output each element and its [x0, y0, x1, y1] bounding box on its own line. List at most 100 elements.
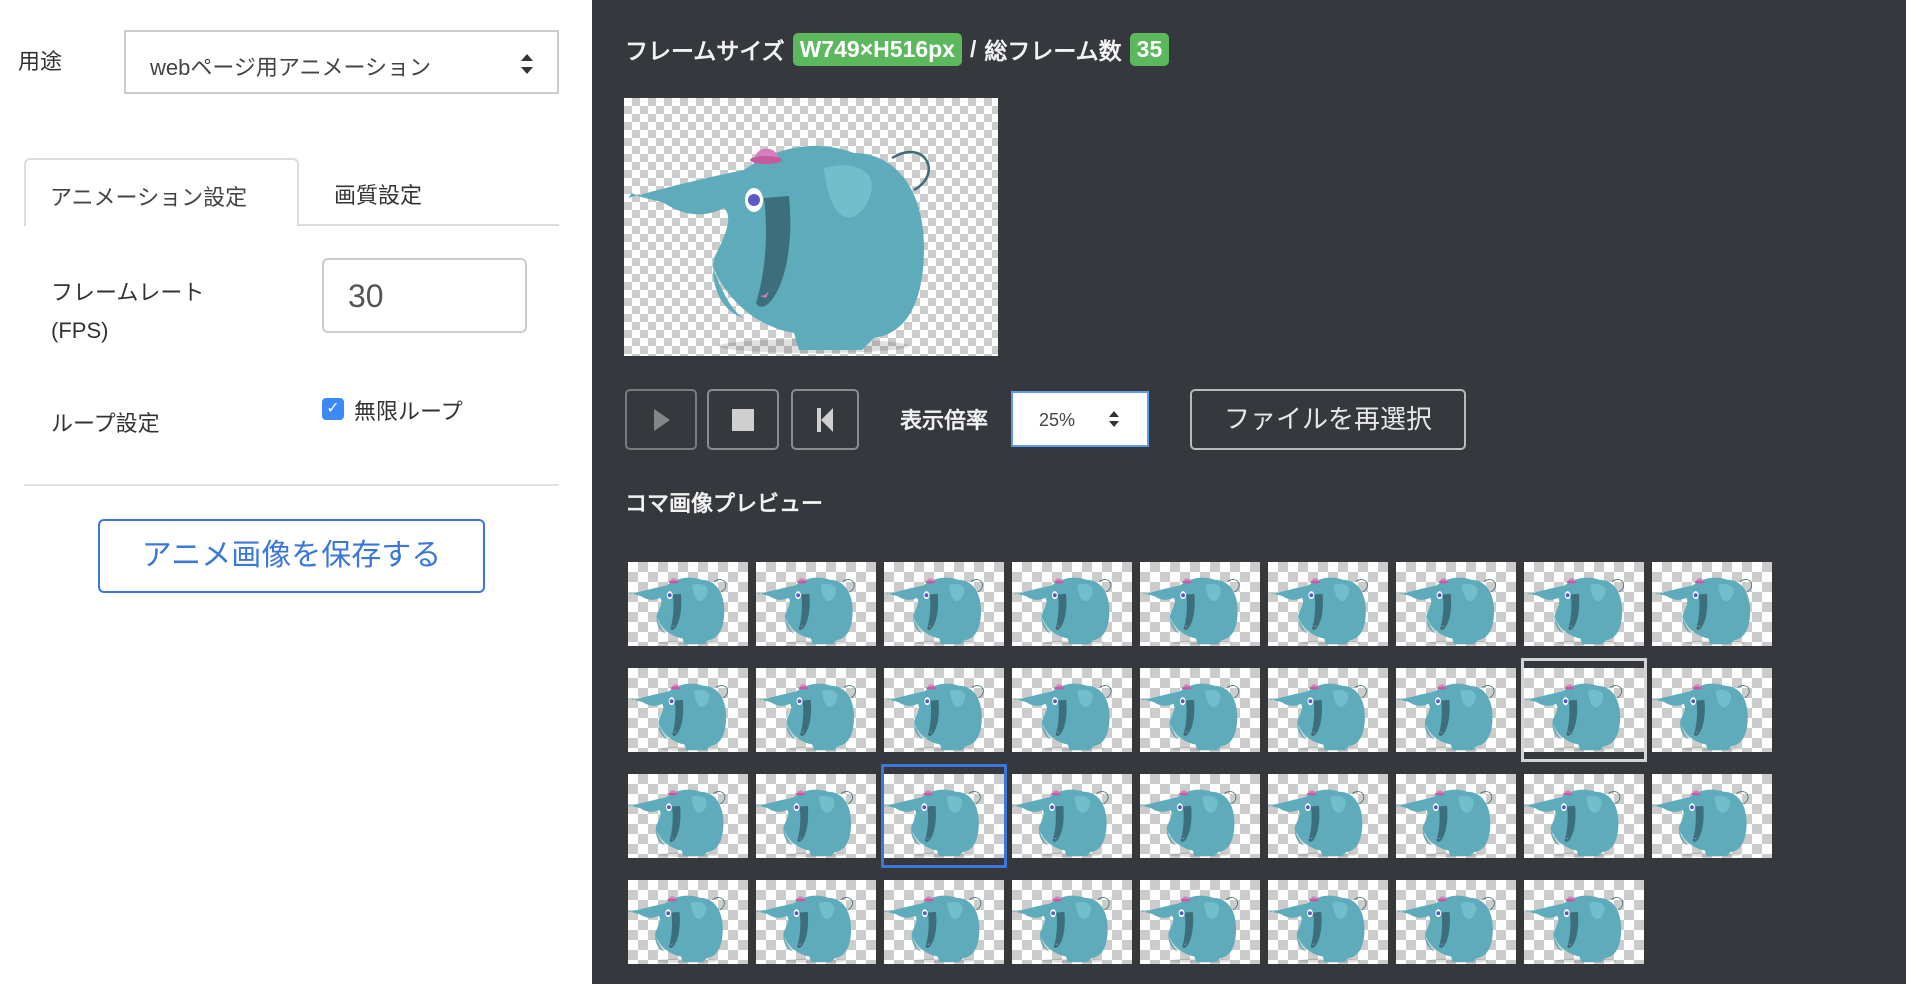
elephant-image [1012, 774, 1132, 858]
checkmark-icon: ✓ [326, 400, 340, 417]
frame-thumbnail[interactable] [1521, 764, 1647, 868]
elephant-image [628, 774, 748, 858]
frame-thumbnail[interactable] [1649, 552, 1775, 656]
elephant-image [1652, 774, 1772, 858]
elephant-image [1140, 668, 1260, 752]
frame-image [756, 668, 876, 752]
frame-thumbnail[interactable] [1265, 764, 1391, 868]
frame-thumbnail[interactable] [881, 764, 1007, 868]
frame-thumbnail[interactable] [1393, 764, 1519, 868]
frame-thumbnail[interactable] [1393, 870, 1519, 974]
elephant-image [1524, 668, 1644, 752]
frame-thumbnail[interactable] [1137, 870, 1263, 974]
frame-thumbnail[interactable] [1265, 658, 1391, 762]
frame-image [1012, 562, 1132, 646]
elephant-image [1396, 562, 1516, 646]
select-arrows-icon [521, 54, 533, 74]
frame-thumbnail[interactable] [1137, 658, 1263, 762]
frame-image [1012, 880, 1132, 964]
frame-image [1652, 562, 1772, 646]
save-animation-button[interactable]: アニメ画像を保存する [98, 519, 485, 593]
frame-image [1396, 668, 1516, 752]
elephant-image [1524, 880, 1644, 964]
frame-thumbnail[interactable] [1137, 552, 1263, 656]
frame-image [1524, 880, 1644, 964]
frame-image [628, 880, 748, 964]
select-arrows-icon [1109, 411, 1119, 427]
frame-thumbnail[interactable] [625, 658, 751, 762]
elephant-image [1268, 880, 1388, 964]
elephant-image [756, 668, 876, 752]
usage-label: 用途 [18, 49, 63, 74]
frame-thumbnail[interactable] [625, 764, 751, 868]
elephant-image [1140, 880, 1260, 964]
divider [24, 484, 559, 486]
frame-thumbnail[interactable] [753, 658, 879, 762]
elephant-image [628, 668, 748, 752]
frame-thumbnail[interactable] [1521, 552, 1647, 656]
frame-thumbnail[interactable] [625, 552, 751, 656]
stop-button[interactable] [707, 389, 779, 450]
frame-thumbnail[interactable] [1009, 658, 1135, 762]
frame-image [1012, 774, 1132, 858]
frame-info-heading: フレームサイズ W749×H516px / 総フレーム数 35 [625, 32, 1170, 66]
frame-thumbnail[interactable] [625, 870, 751, 974]
elephant-image [756, 774, 876, 858]
elephant-image [1524, 774, 1644, 858]
elephant-image [624, 98, 998, 356]
elephant-image [1012, 880, 1132, 964]
frame-thumbnail[interactable] [881, 552, 1007, 656]
frame-thumbnail[interactable] [753, 552, 879, 656]
infinite-loop-checkbox[interactable]: ✓ [322, 398, 344, 420]
rewind-button[interactable] [791, 389, 859, 450]
elephant-image [884, 774, 1004, 858]
frame-thumbnail[interactable] [1137, 764, 1263, 868]
frame-thumbnail[interactable] [1521, 870, 1647, 974]
frame-image [628, 668, 748, 752]
frame-image [1268, 668, 1388, 752]
elephant-image [1268, 562, 1388, 646]
frame-image [756, 880, 876, 964]
tab-quality-settings[interactable]: 画質設定 [334, 178, 422, 210]
infinite-loop-label[interactable]: 無限ループ [354, 394, 463, 426]
frame-thumbnail[interactable] [1649, 764, 1775, 868]
frame-thumbnail[interactable] [1265, 552, 1391, 656]
frame-image [1652, 668, 1772, 752]
frame-image [884, 562, 1004, 646]
reselect-file-button[interactable]: ファイルを再選択 [1190, 389, 1466, 450]
frame-image [756, 774, 876, 858]
elephant-image [628, 880, 748, 964]
frame-image [1524, 562, 1644, 646]
zoom-select[interactable]: 25% [1011, 391, 1149, 447]
frame-thumbnail[interactable] [1009, 870, 1135, 974]
frame-image [756, 562, 876, 646]
frame-thumbnail[interactable] [1009, 552, 1135, 656]
frame-image [1268, 562, 1388, 646]
frames-preview-title: コマ画像プレビュー [625, 491, 824, 516]
frame-thumbnail-grid [625, 552, 1785, 974]
play-icon [654, 409, 670, 431]
usage-select[interactable]: webページ用アニメーション [124, 30, 559, 94]
frame-thumbnail[interactable] [1393, 658, 1519, 762]
frame-image [1524, 668, 1644, 752]
frame-thumbnail[interactable] [753, 764, 879, 868]
frame-thumbnail[interactable] [1393, 552, 1519, 656]
frame-image [1140, 880, 1260, 964]
fps-input[interactable]: 30 [322, 258, 527, 333]
zoom-select-value: 25% [1039, 410, 1076, 430]
elephant-image [1140, 562, 1260, 646]
frame-thumbnail[interactable] [1649, 658, 1775, 762]
play-button[interactable] [625, 389, 697, 450]
tab-animation-settings[interactable]: アニメーション設定 [24, 158, 299, 226]
frame-thumbnail[interactable] [1265, 870, 1391, 974]
frame-image [1396, 562, 1516, 646]
elephant-image [1012, 668, 1132, 752]
frame-thumbnail[interactable] [753, 870, 879, 974]
frame-thumbnail[interactable] [1009, 764, 1135, 868]
frame-thumbnail[interactable] [1521, 658, 1647, 762]
skip-back-icon [817, 408, 833, 432]
frame-thumbnail[interactable] [881, 658, 1007, 762]
elephant-image [1396, 668, 1516, 752]
elephant-image [756, 880, 876, 964]
frame-thumbnail[interactable] [881, 870, 1007, 974]
